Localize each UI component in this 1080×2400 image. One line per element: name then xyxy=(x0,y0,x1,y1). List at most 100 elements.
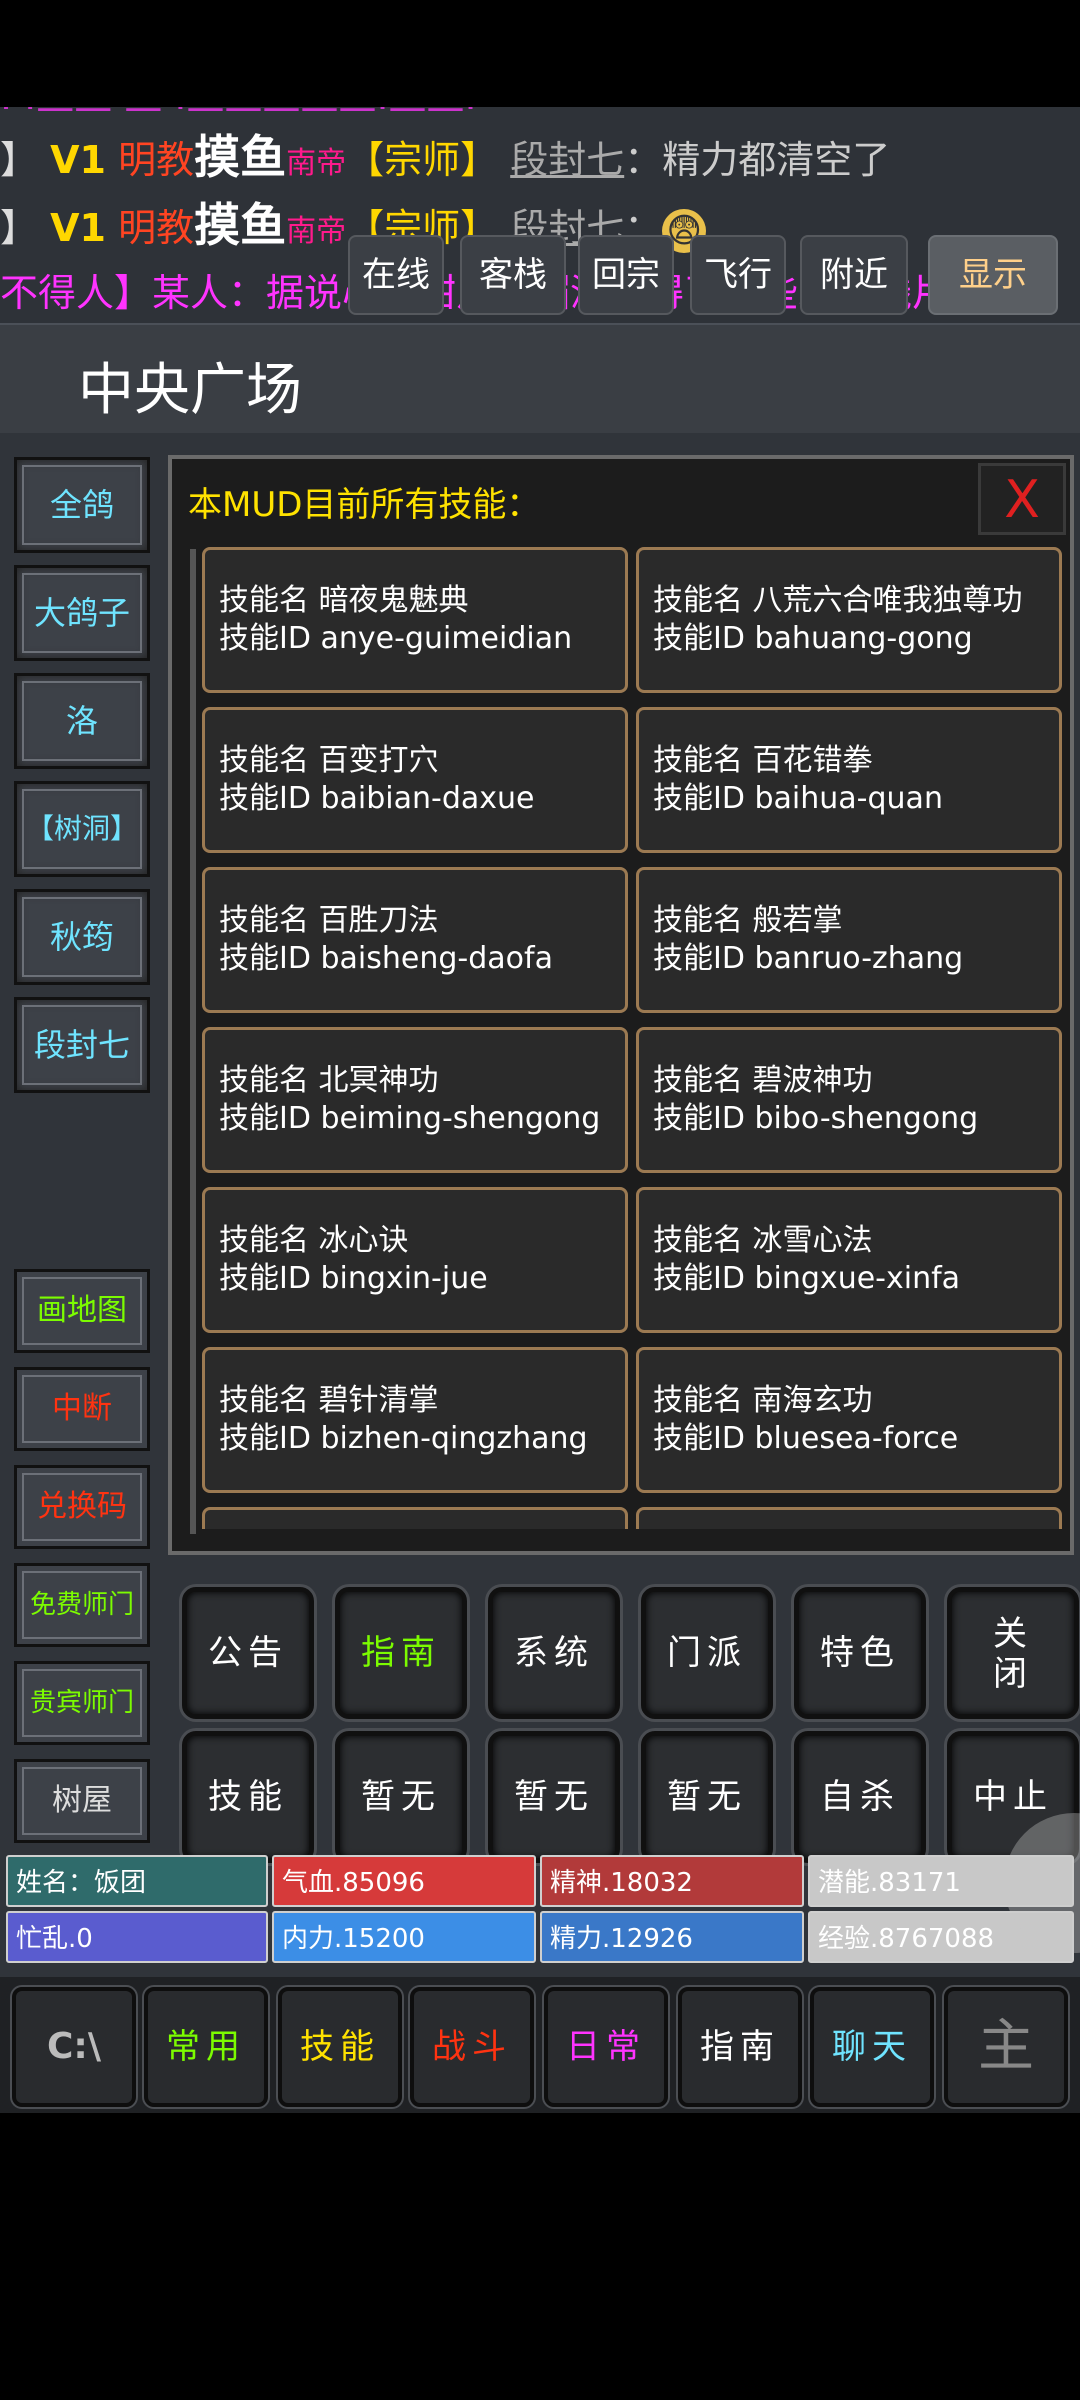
skill-card[interactable]: 技能名 八荒六合唯我独尊功 技能ID bahuang-gong xyxy=(636,547,1062,693)
player-button[interactable]: 大鸽子 xyxy=(14,565,150,661)
skill-name-label: 技能名 xyxy=(219,903,309,938)
skill-id-line: 技能ID bizhen-qingzhang xyxy=(219,1420,625,1458)
skill-name: 冰心诀 xyxy=(318,1223,409,1258)
interrupt-button[interactable]: 中断 xyxy=(14,1367,150,1451)
skill-card[interactable]: 技能名 碧波神功 技能ID bibo-shengong xyxy=(636,1027,1062,1173)
skill-id-label: 技能ID xyxy=(219,1261,311,1296)
tab-button[interactable]: 聊天 xyxy=(810,1987,934,2107)
skill-id-label: 技能ID xyxy=(219,1101,311,1136)
skill-card[interactable]: 技能名 碧针清掌 技能ID bizhen-qingzhang xyxy=(202,1347,628,1493)
skill-id-line: 技能ID bingxin-jue xyxy=(219,1260,625,1298)
user-icon[interactable]: 主 xyxy=(944,1987,1068,2107)
command-button[interactable]: 关 闭 xyxy=(947,1587,1079,1719)
chat-player-title: 南帝 xyxy=(286,214,347,249)
player-button[interactable]: 秋筠 xyxy=(14,889,150,985)
skill-card-partial[interactable] xyxy=(636,1507,1062,1529)
stat-bar[interactable]: 气血.85096 xyxy=(272,1855,536,1907)
skill-id-label: 技能ID xyxy=(219,1421,311,1456)
terminal-icon[interactable]: C:\ xyxy=(12,1987,136,2107)
command-button[interactable]: 暂无 xyxy=(335,1731,467,1863)
chat-line: 】 V1 明教摸鱼南帝【宗师】 段封七：精力都清空了 xyxy=(0,127,890,194)
skill-name-label: 技能名 xyxy=(653,903,743,938)
tools-list: 画地图 中断 兑换码 免费师门 贵宾师门 树屋 xyxy=(6,1269,156,1843)
chat-speaker-link[interactable]: 段封七 xyxy=(510,138,624,182)
player-button[interactable]: 段封七 xyxy=(14,997,150,1093)
draw-map-button[interactable]: 画地图 xyxy=(14,1269,150,1353)
stat-bar[interactable]: 姓名：饭团 xyxy=(6,1855,268,1907)
skill-id-line: 技能ID anye-guimeidian xyxy=(219,620,625,658)
skill-card[interactable]: 技能名 百花错拳 技能ID baihua-quan xyxy=(636,707,1062,853)
skill-id-label: 技能ID xyxy=(653,1261,745,1296)
command-button[interactable]: 公告 xyxy=(182,1587,314,1719)
skill-name-label: 技能名 xyxy=(219,1063,309,1098)
location-name: 中央广场 xyxy=(78,358,302,423)
skill-card-partial[interactable] xyxy=(202,1507,628,1529)
skill-card[interactable]: 技能名 百胜刀法 技能ID baisheng-daofa xyxy=(202,867,628,1013)
stat-bar[interactable]: 精神.18032 xyxy=(540,1855,804,1907)
command-button[interactable]: 指南 xyxy=(335,1587,467,1719)
dialog-title: 本MUD目前所有技能： xyxy=(188,485,541,525)
skill-id: baihua-quan xyxy=(754,781,943,816)
tree-house-button[interactable]: 树屋 xyxy=(14,1759,150,1843)
close-button[interactable]: X xyxy=(978,463,1066,535)
inn-button[interactable]: 客栈 xyxy=(460,235,566,315)
skill-id-line: 技能ID banruo-zhang xyxy=(653,940,1059,978)
return-sect-button[interactable]: 回宗 xyxy=(578,235,674,315)
skill-id-label: 技能ID xyxy=(219,621,311,656)
command-button[interactable]: 技能 xyxy=(182,1731,314,1863)
tab-button[interactable]: 战斗 xyxy=(410,1987,534,2107)
skill-card[interactable]: 技能名 北冥神功 技能ID beiming-shengong xyxy=(202,1027,628,1173)
chat-player-name[interactable]: 摸鱼 xyxy=(194,198,286,252)
command-button[interactable]: 特色 xyxy=(794,1587,926,1719)
skill-name: 碧波神功 xyxy=(752,1063,873,1098)
skill-id: bluesea-force xyxy=(754,1421,959,1456)
online-button[interactable]: 在线 xyxy=(348,235,444,315)
command-button[interactable]: 暂无 xyxy=(641,1731,773,1863)
skill-name-label: 技能名 xyxy=(219,743,309,778)
skill-id: anye-guimeidian xyxy=(320,621,573,656)
chat-player-title: 南帝 xyxy=(286,146,347,181)
stat-bar[interactable]: 忙乱.0 xyxy=(6,1911,268,1963)
skill-card[interactable]: 技能名 冰心诀 技能ID bingxin-jue xyxy=(202,1187,628,1333)
skill-name: 百变打穴 xyxy=(318,743,439,778)
player-button[interactable]: 【树洞】 xyxy=(14,781,150,877)
chat-player-name[interactable]: 摸鱼 xyxy=(194,130,286,184)
skill-card[interactable]: 技能名 般若掌 技能ID banruo-zhang xyxy=(636,867,1062,1013)
stat-bar[interactable]: 精力.12926 xyxy=(540,1911,804,1963)
skills-dialog: 本MUD目前所有技能： X 技能名 暗夜鬼魅典 技能ID anye-guimeid… xyxy=(168,455,1074,1555)
nearby-button[interactable]: 附近 xyxy=(800,235,908,315)
tab-button[interactable]: 日常 xyxy=(544,1987,668,2107)
skill-name-label: 技能名 xyxy=(653,743,743,778)
player-button[interactable]: 洛 xyxy=(14,673,150,769)
skill-name: 般若掌 xyxy=(752,903,843,938)
tab-button[interactable]: 技能 xyxy=(278,1987,402,2107)
skill-id-line: 技能ID bingxue-xinfa xyxy=(653,1260,1059,1298)
skill-name-label: 技能名 xyxy=(653,583,743,618)
skill-name-line: 技能名 冰雪心法 xyxy=(653,1222,1059,1260)
skill-id: bibo-shengong xyxy=(754,1101,979,1136)
location-bar: 中央广场 xyxy=(0,323,1080,433)
command-button[interactable]: 门派 xyxy=(641,1587,773,1719)
skill-card[interactable]: 技能名 南海玄功 技能ID bluesea-force xyxy=(636,1347,1062,1493)
vip-badge: V1 xyxy=(50,206,106,250)
tab-button[interactable]: 常用 xyxy=(144,1987,268,2107)
scrollbar[interactable] xyxy=(190,549,196,1534)
vip-sect-quest-button[interactable]: 贵宾师门 xyxy=(14,1661,150,1745)
skill-card[interactable]: 技能名 暗夜鬼魅典 技能ID anye-guimeidian xyxy=(202,547,628,693)
redeem-code-button[interactable]: 兑换码 xyxy=(14,1465,150,1549)
free-sect-quest-button[interactable]: 免费师门 xyxy=(14,1563,150,1647)
stat-bar[interactable]: 内力.15200 xyxy=(272,1911,536,1963)
skill-name-line: 技能名 百花错拳 xyxy=(653,742,1059,780)
skill-card[interactable]: 技能名 百变打穴 技能ID baibian-daxue xyxy=(202,707,628,853)
skill-id-line: 技能ID baihua-quan xyxy=(653,780,1059,818)
skill-id-line: 技能ID bluesea-force xyxy=(653,1420,1059,1458)
display-button[interactable]: 显示 xyxy=(928,235,1058,315)
skill-name-line: 技能名 百变打穴 xyxy=(219,742,625,780)
tab-button[interactable]: 指南 xyxy=(678,1987,802,2107)
command-button[interactable]: 暂无 xyxy=(488,1731,620,1863)
player-button[interactable]: 全鸽 xyxy=(14,457,150,553)
command-button[interactable]: 自杀 xyxy=(794,1731,926,1863)
fly-button[interactable]: 飞行 xyxy=(690,235,786,315)
skill-card[interactable]: 技能名 冰雪心法 技能ID bingxue-xinfa xyxy=(636,1187,1062,1333)
command-button[interactable]: 系统 xyxy=(488,1587,620,1719)
